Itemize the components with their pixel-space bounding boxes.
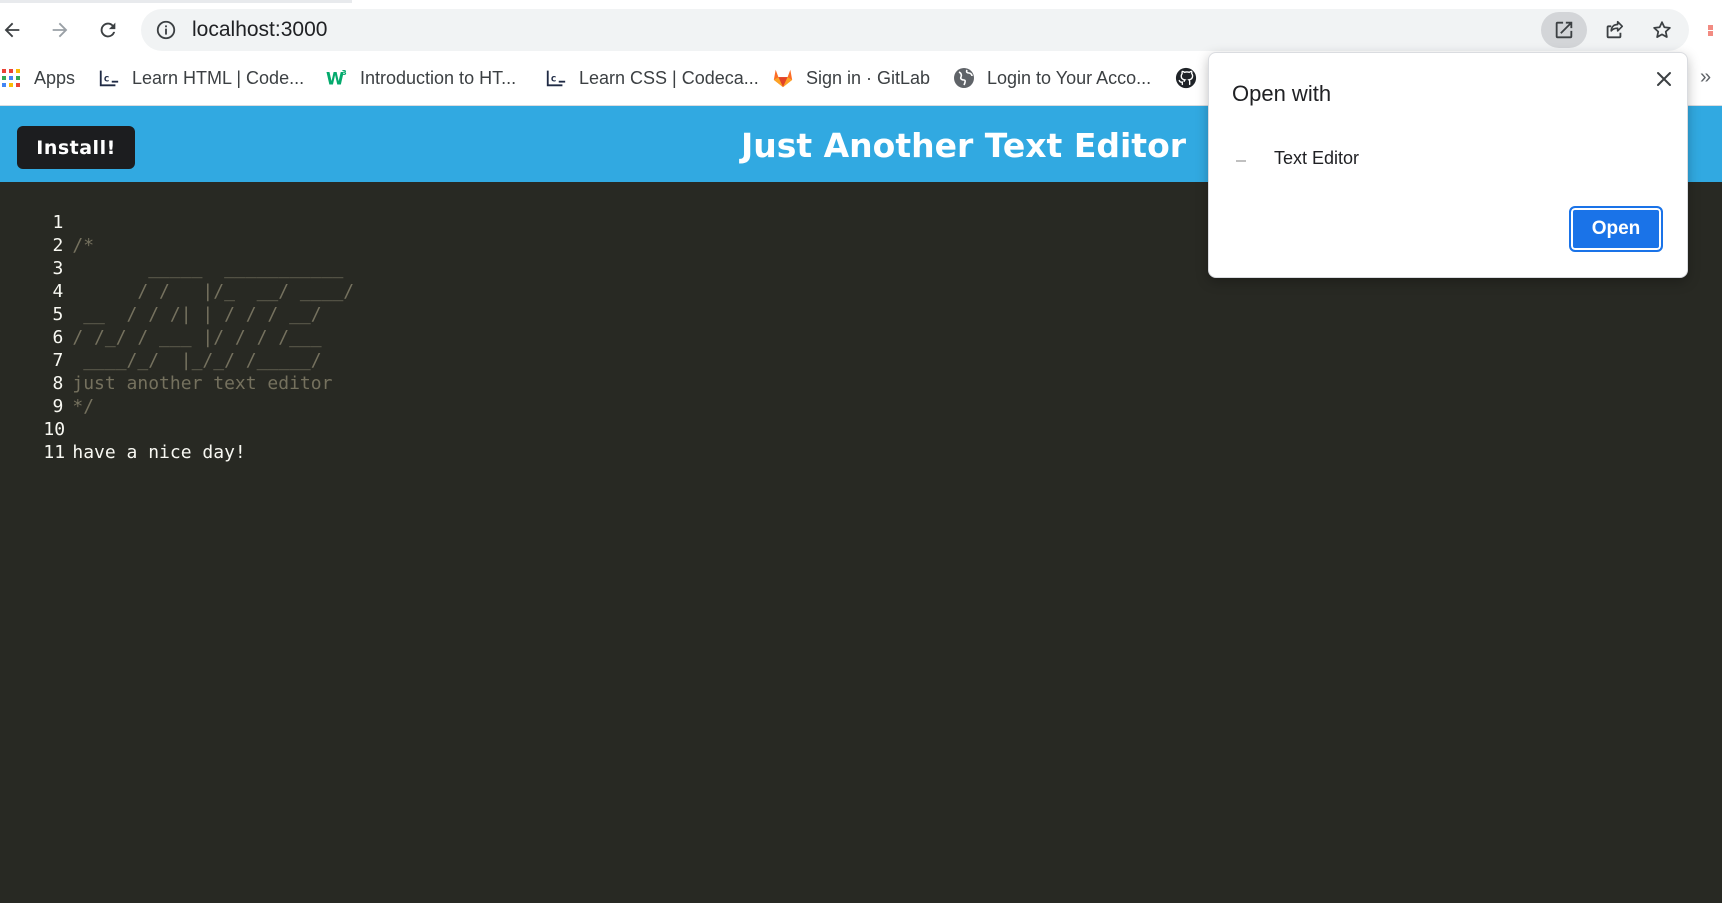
bookmark-label: Apps — [34, 67, 76, 88]
svg-text:c: c — [104, 74, 110, 85]
open-in-app-button[interactable] — [1541, 12, 1587, 48]
code-editor[interactable]: 1 2/* 3 _____ ___________ 4 / / |/_ __/ … — [0, 182, 1722, 903]
line-text: have a nice day! — [72, 442, 246, 463]
open-with-dialog: Open with Text Editor Open — [1208, 52, 1688, 278]
extension-icon[interactable] — [1706, 22, 1722, 38]
forward-arrow-icon — [52, 22, 68, 38]
close-icon — [1657, 72, 1671, 86]
forward-button[interactable] — [42, 12, 78, 48]
svg-text:3: 3 — [342, 68, 347, 77]
app-icon — [1236, 160, 1246, 162]
back-arrow-icon — [4, 22, 20, 38]
close-button[interactable] — [1651, 66, 1677, 92]
editor-line: 9 */ — [0, 372, 95, 417]
editor-line: 4 / / |/_ __/ ____/ — [0, 257, 355, 302]
editor-line: 11 have a nice day! — [0, 418, 245, 463]
open-button[interactable]: Open — [1569, 206, 1663, 252]
bookmark-star-button[interactable] — [1644, 12, 1680, 48]
url-text: localhost:3000 — [192, 18, 328, 41]
bookmark-apps[interactable]: Apps — [0, 64, 75, 92]
bookmark-learn-css[interactable]: c Learn CSS | Codeca... — [545, 64, 759, 92]
dialog-title: Open with — [1232, 81, 1332, 106]
codecademy-icon: c — [545, 67, 567, 89]
bookmark-label: Learn CSS | Codeca... — [579, 67, 759, 88]
bookmark-learn-html[interactable]: c Learn HTML | Code... — [98, 64, 304, 92]
line-text: */ — [72, 396, 95, 417]
bookmark-label: Introduction to HT... — [360, 67, 517, 88]
editor-line: 1 — [0, 188, 72, 233]
star-icon — [1653, 21, 1671, 38]
w3schools-icon: W 3 — [326, 67, 348, 89]
bookmark-gitlab[interactable]: Sign in · GitLab — [772, 64, 930, 92]
bookmark-github[interactable] — [1175, 64, 1209, 92]
app-option-label[interactable]: Text Editor — [1274, 147, 1359, 169]
editor-line: 5 __ / / /| | / / / __/ — [0, 280, 322, 325]
share-icon — [1606, 20, 1624, 39]
address-bar[interactable]: localhost:3000 — [141, 9, 1689, 51]
site-info-icon[interactable] — [155, 19, 177, 41]
bookmark-intro-html[interactable]: W 3 Introduction to HT... — [326, 64, 516, 92]
github-icon — [1175, 67, 1197, 89]
editor-line: 6/ /_/ / ___ |/ / / /___ — [0, 303, 322, 348]
bookmark-label: Learn HTML | Code... — [132, 67, 305, 88]
more-bookmarks-button[interactable]: » — [1700, 66, 1711, 89]
back-button[interactable] — [0, 12, 30, 48]
editor-line: 8 just another text editor — [0, 349, 333, 394]
editor-line: 10 — [0, 395, 72, 440]
tab-strip — [0, 0, 1722, 3]
bookmark-label: Login to Your Acco... — [987, 67, 1152, 88]
line-number: 11 — [43, 442, 66, 463]
svg-text:c: c — [551, 74, 557, 85]
reload-button[interactable] — [90, 12, 126, 48]
apps-grid-icon — [0, 67, 22, 89]
reload-icon — [100, 22, 116, 38]
editor-line: 3 _____ ___________ — [0, 234, 344, 279]
globe-icon — [953, 67, 975, 89]
open-in-app-icon — [1555, 21, 1573, 39]
bookmark-login[interactable]: Login to Your Acco... — [953, 64, 1151, 92]
codecademy-icon: c — [98, 67, 120, 89]
install-button[interactable]: Install! — [17, 126, 135, 169]
share-button[interactable] — [1596, 12, 1632, 48]
editor-line: 2/* — [0, 211, 95, 256]
editor-line: 7 ____/_/ |_/_/ /_____/ — [0, 326, 322, 371]
line-text: just another text editor — [72, 373, 333, 394]
gitlab-icon — [772, 67, 794, 89]
bookmark-label: Sign in · GitLab — [806, 67, 931, 88]
